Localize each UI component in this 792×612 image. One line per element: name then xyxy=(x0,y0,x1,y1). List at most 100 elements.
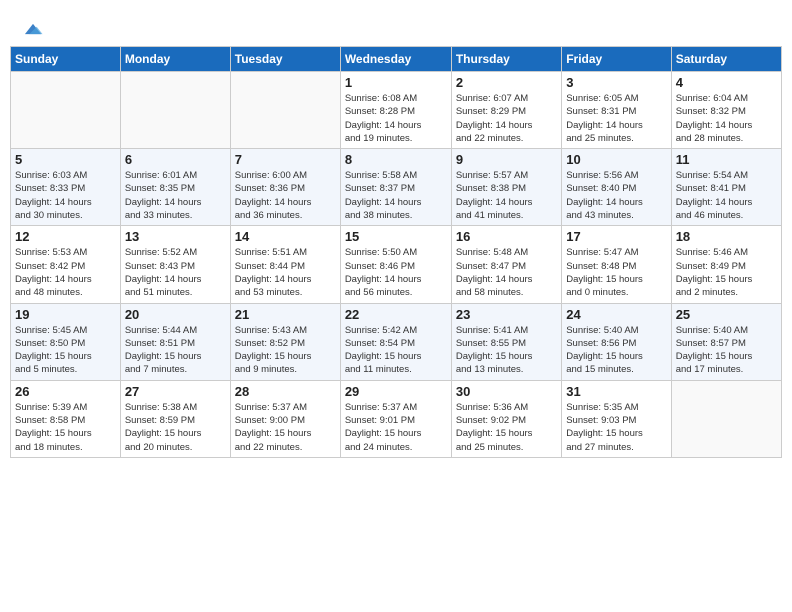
day-number: 17 xyxy=(566,229,666,244)
calendar-week-row: 5 Sunrise: 6:03 AM Sunset: 8:33 PM Daylig… xyxy=(11,149,782,226)
calendar-day-cell: 21 Sunrise: 5:43 AM Sunset: 8:52 PM Dayli… xyxy=(230,303,340,380)
day-info: Sunrise: 5:50 AM Sunset: 8:46 PM Dayligh… xyxy=(345,246,447,299)
calendar-day-cell: 18 Sunrise: 5:46 AM Sunset: 8:49 PM Dayli… xyxy=(671,226,781,303)
calendar-day-cell: 28 Sunrise: 5:37 AM Sunset: 9:00 PM Dayli… xyxy=(230,380,340,457)
calendar-day-cell: 8 Sunrise: 5:58 AM Sunset: 8:37 PM Daylig… xyxy=(340,149,451,226)
calendar-table: SundayMondayTuesdayWednesdayThursdayFrid… xyxy=(10,46,782,458)
day-info: Sunrise: 5:43 AM Sunset: 8:52 PM Dayligh… xyxy=(235,324,336,377)
calendar-day-cell: 10 Sunrise: 5:56 AM Sunset: 8:40 PM Dayli… xyxy=(562,149,671,226)
day-number: 27 xyxy=(125,384,226,399)
calendar-week-row: 1Sunrise: 6:08 AM Sunset: 8:28 PM Daylig… xyxy=(11,72,782,149)
calendar-day-cell: 23 Sunrise: 5:41 AM Sunset: 8:55 PM Dayli… xyxy=(451,303,561,380)
day-info: Sunrise: 5:53 AM Sunset: 8:42 PM Dayligh… xyxy=(15,246,116,299)
day-number: 20 xyxy=(125,307,226,322)
day-number: 5 xyxy=(15,152,116,167)
calendar-week-row: 12 Sunrise: 5:53 AM Sunset: 8:42 PM Dayli… xyxy=(11,226,782,303)
day-number: 24 xyxy=(566,307,666,322)
weekday-header-sunday: Sunday xyxy=(11,47,121,72)
day-number: 29 xyxy=(345,384,447,399)
calendar-day-cell: 2 Sunrise: 6:07 AM Sunset: 8:29 PM Daylig… xyxy=(451,72,561,149)
day-info: Sunrise: 5:44 AM Sunset: 8:51 PM Dayligh… xyxy=(125,324,226,377)
day-number: 11 xyxy=(676,152,777,167)
calendar-day-cell xyxy=(230,72,340,149)
calendar-day-cell: 20 Sunrise: 5:44 AM Sunset: 8:51 PM Dayli… xyxy=(120,303,230,380)
day-info: Sunrise: 5:37 AM Sunset: 9:00 PM Dayligh… xyxy=(235,401,336,454)
day-info: Sunrise: 5:57 AM Sunset: 8:38 PM Dayligh… xyxy=(456,169,557,222)
day-number: 8 xyxy=(345,152,447,167)
day-number: 7 xyxy=(235,152,336,167)
calendar-day-cell: 27 Sunrise: 5:38 AM Sunset: 8:59 PM Dayli… xyxy=(120,380,230,457)
day-info: Sunrise: 6:04 AM Sunset: 8:32 PM Dayligh… xyxy=(676,92,777,145)
calendar-day-cell: 19Sunrise: 5:45 AM Sunset: 8:50 PM Dayli… xyxy=(11,303,121,380)
day-number: 13 xyxy=(125,229,226,244)
calendar-day-cell: 6 Sunrise: 6:01 AM Sunset: 8:35 PM Daylig… xyxy=(120,149,230,226)
day-info: Sunrise: 5:51 AM Sunset: 8:44 PM Dayligh… xyxy=(235,246,336,299)
day-info: Sunrise: 5:35 AM Sunset: 9:03 PM Dayligh… xyxy=(566,401,666,454)
page-header xyxy=(10,10,782,40)
day-info: Sunrise: 5:37 AM Sunset: 9:01 PM Dayligh… xyxy=(345,401,447,454)
weekday-header-row: SundayMondayTuesdayWednesdayThursdayFrid… xyxy=(11,47,782,72)
calendar-day-cell: 3 Sunrise: 6:05 AM Sunset: 8:31 PM Daylig… xyxy=(562,72,671,149)
weekday-header-tuesday: Tuesday xyxy=(230,47,340,72)
logo xyxy=(20,18,44,36)
day-number: 16 xyxy=(456,229,557,244)
day-info: Sunrise: 5:40 AM Sunset: 8:56 PM Dayligh… xyxy=(566,324,666,377)
day-info: Sunrise: 6:03 AM Sunset: 8:33 PM Dayligh… xyxy=(15,169,116,222)
day-number: 25 xyxy=(676,307,777,322)
calendar-day-cell: 5 Sunrise: 6:03 AM Sunset: 8:33 PM Daylig… xyxy=(11,149,121,226)
day-info: Sunrise: 5:36 AM Sunset: 9:02 PM Dayligh… xyxy=(456,401,557,454)
day-number: 15 xyxy=(345,229,447,244)
day-number: 21 xyxy=(235,307,336,322)
day-number: 4 xyxy=(676,75,777,90)
day-number: 30 xyxy=(456,384,557,399)
day-info: Sunrise: 6:05 AM Sunset: 8:31 PM Dayligh… xyxy=(566,92,666,145)
day-number: 2 xyxy=(456,75,557,90)
day-number: 19 xyxy=(15,307,116,322)
weekday-header-wednesday: Wednesday xyxy=(340,47,451,72)
day-number: 23 xyxy=(456,307,557,322)
day-info: Sunrise: 6:01 AM Sunset: 8:35 PM Dayligh… xyxy=(125,169,226,222)
calendar-day-cell: 22 Sunrise: 5:42 AM Sunset: 8:54 PM Dayli… xyxy=(340,303,451,380)
day-info: Sunrise: 5:58 AM Sunset: 8:37 PM Dayligh… xyxy=(345,169,447,222)
day-info: Sunrise: 5:54 AM Sunset: 8:41 PM Dayligh… xyxy=(676,169,777,222)
logo-icon xyxy=(22,18,44,40)
day-info: Sunrise: 5:56 AM Sunset: 8:40 PM Dayligh… xyxy=(566,169,666,222)
calendar-day-cell: 29 Sunrise: 5:37 AM Sunset: 9:01 PM Dayli… xyxy=(340,380,451,457)
day-number: 10 xyxy=(566,152,666,167)
day-info: Sunrise: 5:47 AM Sunset: 8:48 PM Dayligh… xyxy=(566,246,666,299)
calendar-day-cell: 17 Sunrise: 5:47 AM Sunset: 8:48 PM Dayli… xyxy=(562,226,671,303)
day-info: Sunrise: 6:07 AM Sunset: 8:29 PM Dayligh… xyxy=(456,92,557,145)
calendar-day-cell: 11 Sunrise: 5:54 AM Sunset: 8:41 PM Dayli… xyxy=(671,149,781,226)
day-info: Sunrise: 5:41 AM Sunset: 8:55 PM Dayligh… xyxy=(456,324,557,377)
day-info: Sunrise: 5:38 AM Sunset: 8:59 PM Dayligh… xyxy=(125,401,226,454)
calendar-day-cell: 16Sunrise: 5:48 AM Sunset: 8:47 PM Dayli… xyxy=(451,226,561,303)
weekday-header-monday: Monday xyxy=(120,47,230,72)
calendar-day-cell: 1Sunrise: 6:08 AM Sunset: 8:28 PM Daylig… xyxy=(340,72,451,149)
calendar-day-cell: 14 Sunrise: 5:51 AM Sunset: 8:44 PM Dayli… xyxy=(230,226,340,303)
calendar-day-cell xyxy=(120,72,230,149)
calendar-day-cell: 12 Sunrise: 5:53 AM Sunset: 8:42 PM Dayli… xyxy=(11,226,121,303)
day-info: Sunrise: 5:40 AM Sunset: 8:57 PM Dayligh… xyxy=(676,324,777,377)
day-number: 18 xyxy=(676,229,777,244)
calendar-day-cell: 13Sunrise: 5:52 AM Sunset: 8:43 PM Dayli… xyxy=(120,226,230,303)
day-number: 28 xyxy=(235,384,336,399)
day-number: 6 xyxy=(125,152,226,167)
calendar-day-cell xyxy=(11,72,121,149)
calendar-day-cell xyxy=(671,380,781,457)
day-number: 12 xyxy=(15,229,116,244)
calendar-day-cell: 9 Sunrise: 5:57 AM Sunset: 8:38 PM Daylig… xyxy=(451,149,561,226)
weekday-header-friday: Friday xyxy=(562,47,671,72)
day-number: 3 xyxy=(566,75,666,90)
day-number: 22 xyxy=(345,307,447,322)
day-number: 14 xyxy=(235,229,336,244)
day-info: Sunrise: 5:39 AM Sunset: 8:58 PM Dayligh… xyxy=(15,401,116,454)
calendar-day-cell: 31Sunrise: 5:35 AM Sunset: 9:03 PM Dayli… xyxy=(562,380,671,457)
calendar-week-row: 26 Sunrise: 5:39 AM Sunset: 8:58 PM Dayli… xyxy=(11,380,782,457)
day-number: 1 xyxy=(345,75,447,90)
day-number: 9 xyxy=(456,152,557,167)
day-number: 26 xyxy=(15,384,116,399)
calendar-day-cell: 4 Sunrise: 6:04 AM Sunset: 8:32 PM Daylig… xyxy=(671,72,781,149)
day-info: Sunrise: 5:42 AM Sunset: 8:54 PM Dayligh… xyxy=(345,324,447,377)
calendar-day-cell: 24 Sunrise: 5:40 AM Sunset: 8:56 PM Dayli… xyxy=(562,303,671,380)
day-info: Sunrise: 5:46 AM Sunset: 8:49 PM Dayligh… xyxy=(676,246,777,299)
